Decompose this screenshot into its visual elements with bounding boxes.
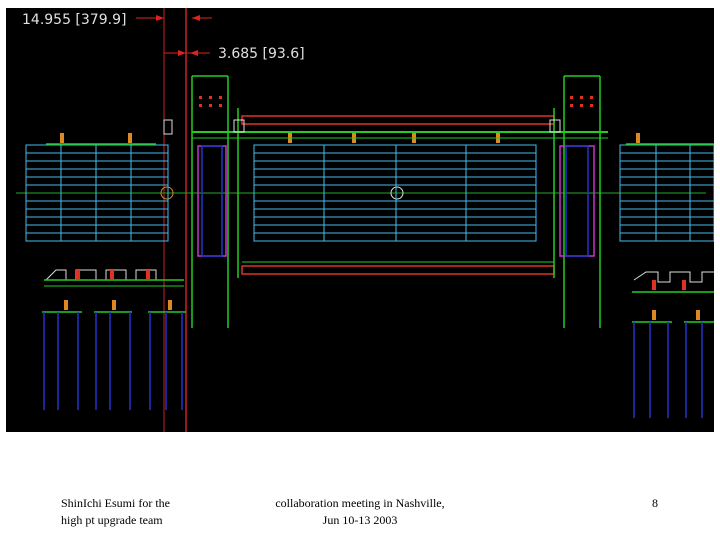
footer-author: ShinIchi Esumi for the high pt upgrade t… — [61, 495, 231, 529]
footer-meeting: collaboration meeting in Nashville, Jun … — [250, 495, 470, 529]
dimension-inner-label: 3.685 [93.6] — [218, 46, 305, 62]
footer-author-line2: high pt upgrade team — [61, 513, 163, 527]
cad-drawing: 14.955 [379.9] 3.685 [93.6] — [6, 8, 714, 432]
dimension-outer-label: 14.955 [379.9] — [22, 12, 126, 28]
page-number: 8 — [652, 496, 658, 510]
footer-meeting-line2: Jun 10-13 2003 — [322, 513, 398, 527]
detector-cross-section: 14.955 [379.9] 3.685 [93.6] — [6, 8, 714, 432]
footer-meeting-line1: collaboration meeting in Nashville, — [275, 496, 445, 510]
footer-author-line1: ShinIchi Esumi for the — [61, 496, 170, 510]
drawing-background — [6, 8, 714, 432]
